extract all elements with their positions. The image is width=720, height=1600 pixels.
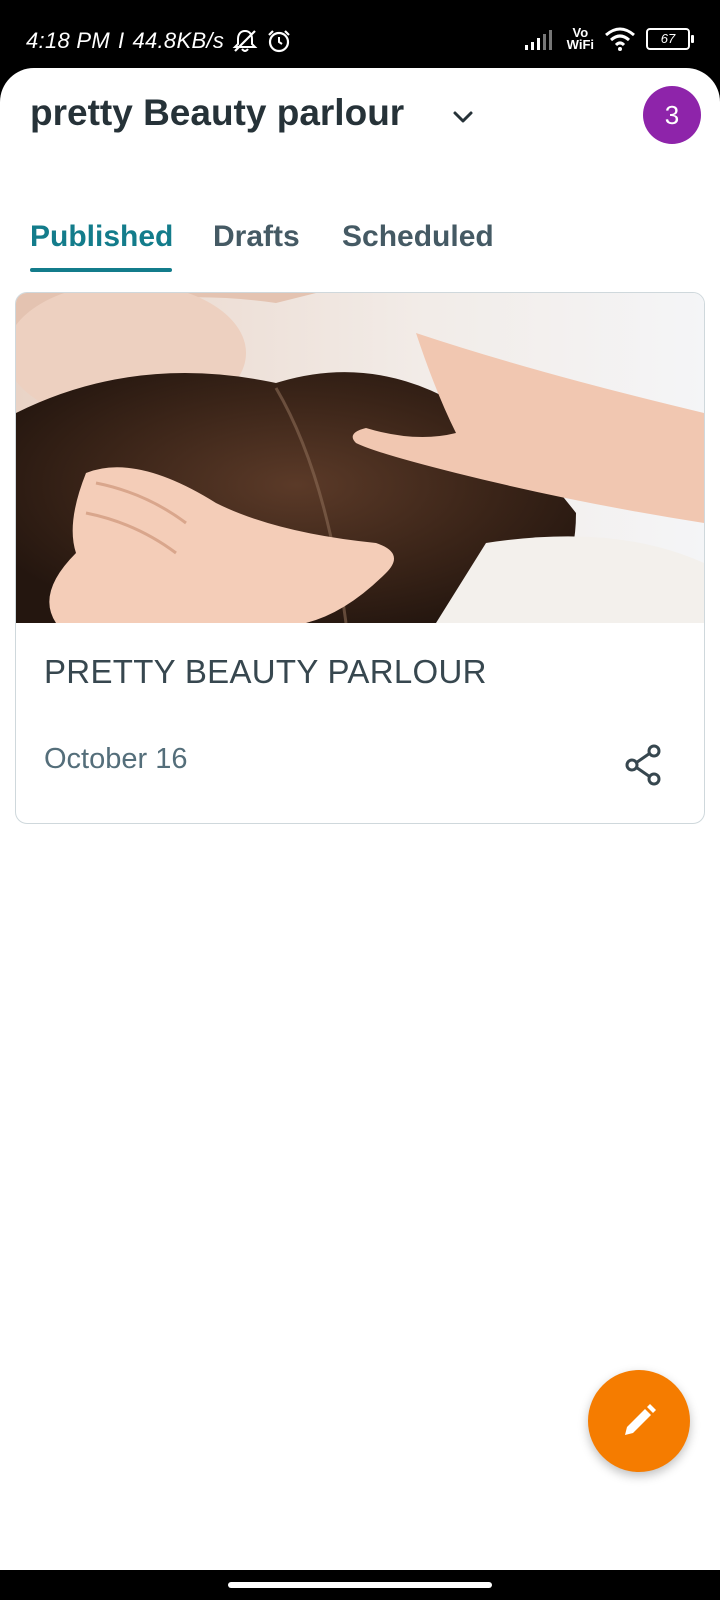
pencil-icon bbox=[625, 1404, 656, 1435]
home-gesture-bar[interactable] bbox=[228, 1582, 492, 1588]
post-title: PRETTY BEAUTY PARLOUR bbox=[44, 653, 487, 690]
post-date: October 16 bbox=[44, 743, 188, 775]
status-divider: I bbox=[118, 28, 125, 53]
tab-indicator bbox=[30, 268, 172, 272]
status-right: Vo WiFi 67 bbox=[524, 26, 694, 52]
vowifi-indicator: Vo WiFi bbox=[566, 26, 594, 52]
chevron-down-icon[interactable] bbox=[448, 102, 478, 132]
main-sheet: pretty Beauty parlour 3 Published Drafts… bbox=[0, 68, 720, 1570]
create-post-button[interactable] bbox=[588, 1370, 690, 1472]
signal-icon bbox=[524, 30, 552, 50]
status-time: 4:18 PM bbox=[26, 28, 111, 53]
navigation-bar bbox=[0, 1570, 720, 1600]
tab-scheduled-label: Scheduled bbox=[342, 220, 494, 253]
post-card[interactable]: PRETTY BEAUTY PARLOUR October 16 bbox=[15, 292, 705, 824]
alarm-icon bbox=[268, 30, 290, 53]
header: pretty Beauty parlour 3 bbox=[0, 68, 720, 178]
business-name[interactable]: pretty Beauty parlour bbox=[30, 92, 404, 134]
tab-published-label: Published bbox=[30, 220, 174, 253]
tab-drafts[interactable]: Drafts bbox=[213, 220, 300, 266]
tab-scheduled[interactable]: Scheduled bbox=[342, 220, 494, 266]
battery-indicator: 67 bbox=[646, 28, 694, 50]
wifi-icon bbox=[605, 27, 635, 51]
network-speed: 44.8KB/s bbox=[132, 28, 225, 53]
vowifi-bottom: WiFi bbox=[566, 37, 594, 52]
post-image[interactable] bbox=[16, 293, 704, 623]
mute-notification-icon bbox=[232, 29, 258, 52]
status-left: 4:18 PM I 44.8KB/s bbox=[26, 28, 292, 54]
avatar[interactable]: 3 bbox=[643, 86, 701, 144]
tab-published[interactable]: Published bbox=[30, 220, 174, 272]
share-icon[interactable] bbox=[624, 743, 664, 787]
post-image-art bbox=[16, 293, 704, 623]
tab-drafts-label: Drafts bbox=[213, 220, 300, 253]
